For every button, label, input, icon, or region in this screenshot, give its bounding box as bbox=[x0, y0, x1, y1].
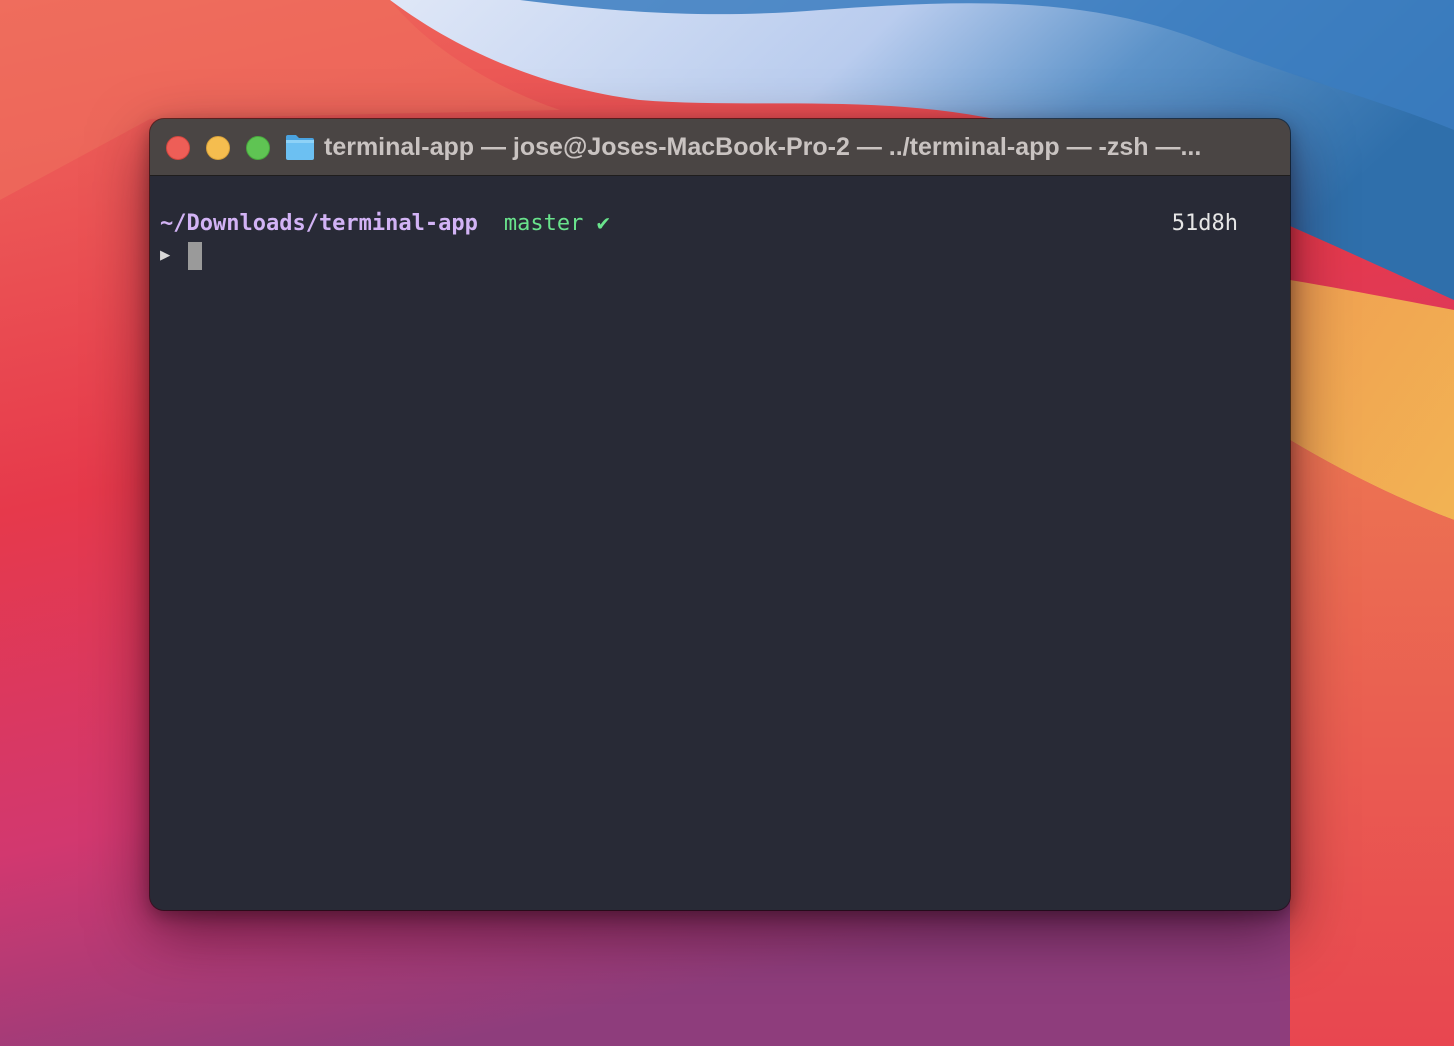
terminal-window[interactable]: terminal-app — jose@Joses-MacBook-Pro-2 … bbox=[150, 119, 1290, 910]
minimize-button[interactable] bbox=[206, 136, 230, 160]
elapsed-time: 51d8h bbox=[1171, 211, 1238, 236]
folder-icon bbox=[286, 135, 314, 160]
text-cursor bbox=[188, 242, 202, 270]
prompt-line: ~/Downloads/terminal-app master ✔ bbox=[160, 210, 610, 238]
check-icon: ✔ bbox=[596, 211, 610, 236]
zoom-button[interactable] bbox=[246, 136, 270, 160]
close-button[interactable] bbox=[166, 136, 190, 160]
current-directory: ~/Downloads/terminal-app bbox=[160, 211, 478, 236]
git-clean-status: ✔ bbox=[583, 211, 610, 236]
terminal-content[interactable]: ~/Downloads/terminal-app master ✔ 51d8h ▶ bbox=[150, 176, 1290, 910]
prompt-arrow-icon: ▶ bbox=[160, 245, 171, 265]
git-branch: master bbox=[503, 211, 584, 236]
window-title: terminal-app — jose@Joses-MacBook-Pro-2 … bbox=[324, 133, 1202, 161]
command-input-line[interactable]: ▶ bbox=[160, 240, 202, 270]
window-titlebar[interactable]: terminal-app — jose@Joses-MacBook-Pro-2 … bbox=[150, 119, 1290, 176]
